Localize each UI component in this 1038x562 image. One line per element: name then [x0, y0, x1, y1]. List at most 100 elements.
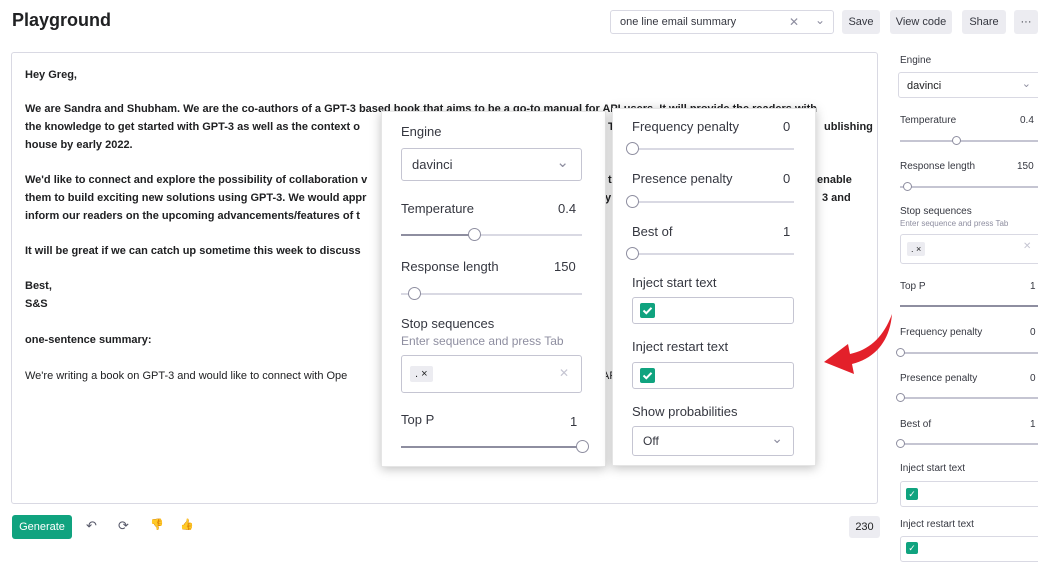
stop-token-chip[interactable]: . × [907, 242, 926, 256]
checkbox-checked-icon[interactable] [640, 303, 655, 318]
editor-line-fragment: ublishing [824, 121, 873, 133]
inject-start-input[interactable]: ✓ [900, 481, 1038, 507]
engine-value: davinci [907, 80, 942, 92]
show-probabilities-value: Off [643, 434, 659, 448]
stop-sequences-hint: Enter sequence and press Tab [900, 219, 1009, 228]
best-of-slider-thumb[interactable] [626, 247, 639, 260]
response-length-value: 150 [1017, 161, 1034, 172]
clear-icon[interactable]: ✕ [559, 366, 569, 380]
stop-sequences-label: Stop sequences [401, 316, 495, 331]
stop-sequences-input[interactable]: . × ✕ [401, 355, 582, 393]
editor-line: We'd like to connect and explore the pos… [25, 174, 368, 186]
chevron-down-icon: ⌄ [771, 430, 783, 446]
frequency-penalty-slider-thumb[interactable] [626, 142, 639, 155]
engine-label: Engine [401, 124, 442, 139]
inject-restart-input[interactable]: ✓ [900, 536, 1038, 562]
engine-select[interactable]: davinci ⌄ [898, 72, 1038, 98]
undo-icon[interactable]: ↶ [86, 518, 97, 534]
preset-select[interactable]: one line email summary ✕ ⌄ [610, 10, 834, 34]
editor-line: the knowledge to get started with GPT-3 … [25, 121, 360, 133]
response-length-label: Response length [401, 259, 499, 274]
top-p-value: 1 [1030, 281, 1036, 292]
chevron-down-icon[interactable]: ⌄ [815, 13, 825, 27]
temperature-slider-thumb[interactable] [468, 228, 481, 241]
top-p-slider[interactable] [401, 446, 582, 448]
checkbox-checked-icon[interactable] [640, 368, 655, 383]
best-of-slider-thumb[interactable] [896, 439, 905, 448]
response-length-slider-thumb[interactable] [903, 182, 912, 191]
preset-value: one line email summary [620, 16, 737, 28]
frequency-penalty-label: Frequency penalty [900, 327, 983, 338]
editor-signoff: S&S [25, 298, 48, 310]
best-of-value: 1 [1030, 419, 1036, 430]
stop-token-chip[interactable]: . × [410, 366, 433, 382]
thumbs-up-icon[interactable]: 👍 [180, 518, 194, 531]
clear-icon[interactable]: ✕ [1023, 241, 1031, 252]
show-probabilities-select[interactable]: Off ⌄ [632, 426, 794, 456]
editor-signoff: Best, [25, 280, 52, 292]
presence-penalty-slider-thumb[interactable] [626, 195, 639, 208]
top-p-slider[interactable] [900, 305, 1038, 307]
stop-sequences-hint: Enter sequence and press Tab [401, 334, 564, 348]
frequency-penalty-value: 0 [783, 119, 791, 134]
checkbox-checked-icon[interactable]: ✓ [906, 542, 918, 554]
top-p-label: Top P [900, 281, 926, 292]
inject-start-input[interactable] [632, 297, 794, 324]
temperature-value: 0.4 [558, 201, 577, 216]
editor-line: them to build exciting new solutions usi… [25, 192, 367, 204]
frequency-penalty-label: Frequency penalty [632, 119, 739, 134]
top-p-value: 1 [570, 414, 578, 429]
thumbs-down-icon[interactable]: 👎 [150, 518, 164, 531]
best-of-slider[interactable] [900, 443, 1038, 445]
save-button[interactable]: Save [842, 10, 880, 34]
frequency-penalty-slider[interactable] [632, 148, 794, 150]
chevron-down-icon: ⌄ [1021, 78, 1031, 90]
response-length-value: 150 [554, 259, 576, 274]
zoom-panel-left: Engine davinci ⌄ Temperature 0.4 Respons… [381, 111, 606, 467]
show-probabilities-label: Show probabilities [632, 404, 738, 419]
response-length-slider-thumb[interactable] [408, 287, 421, 300]
regenerate-icon[interactable]: ⟳ [118, 518, 129, 534]
stop-sequences-input[interactable]: . × ✕ [900, 234, 1038, 264]
inject-restart-label: Inject restart text [900, 519, 974, 530]
callout-arrow-icon [824, 314, 892, 374]
presence-penalty-slider[interactable] [900, 397, 1038, 399]
temperature-slider-fill [401, 234, 473, 236]
response-length-slider[interactable] [900, 186, 1038, 188]
checkbox-checked-icon[interactable]: ✓ [906, 488, 918, 500]
best-of-slider[interactable] [632, 253, 794, 255]
editor-completion: We're writing a book on GPT-3 and would … [25, 370, 348, 382]
more-button[interactable]: ··· [1014, 10, 1038, 34]
presence-penalty-slider-thumb[interactable] [896, 393, 905, 402]
presence-penalty-slider[interactable] [632, 201, 794, 203]
response-length-label: Response length [900, 161, 976, 172]
stop-sequences-label: Stop sequences [900, 206, 972, 217]
editor-line: inform our readers on the upcoming advan… [25, 210, 360, 222]
presence-penalty-value: 0 [783, 171, 791, 186]
best-of-label: Best of [900, 419, 932, 430]
best-of-label: Best of [632, 224, 673, 239]
top-p-slider-thumb[interactable] [576, 440, 589, 453]
frequency-penalty-slider[interactable] [900, 352, 1038, 354]
chevron-down-icon: ⌄ [556, 154, 569, 171]
temperature-slider[interactable] [900, 140, 1038, 142]
response-length-slider[interactable] [401, 293, 582, 295]
presence-penalty-value: 0 [1030, 373, 1036, 384]
best-of-value: 1 [783, 224, 791, 239]
editor-line: It will be great if we can catch up some… [25, 245, 361, 257]
engine-label: Engine [900, 55, 932, 66]
temperature-label: Temperature [401, 201, 474, 216]
clear-icon[interactable]: ✕ [789, 15, 799, 29]
share-button[interactable]: Share [962, 10, 1006, 34]
temperature-slider-thumb[interactable] [952, 136, 961, 145]
generate-button[interactable]: Generate [12, 515, 72, 539]
engine-value: davinci [412, 157, 453, 172]
inject-restart-input[interactable] [632, 362, 794, 389]
zoom-panel-right: Frequency penalty 0 Presence penalty 0 B… [612, 108, 816, 466]
inject-start-label: Inject start text [632, 275, 717, 290]
engine-select[interactable]: davinci ⌄ [401, 148, 582, 181]
editor-line-fragment: enable [817, 174, 852, 186]
view-code-button[interactable]: View code [890, 10, 952, 34]
frequency-penalty-value: 0 [1030, 327, 1036, 338]
inject-start-label: Inject start text [900, 463, 966, 474]
